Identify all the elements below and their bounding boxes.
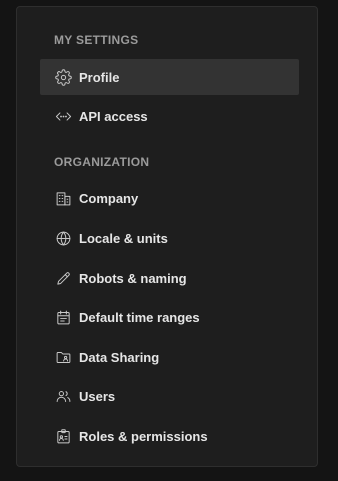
id-badge-icon <box>54 427 72 445</box>
sidebar-item-roles-permissions[interactable]: Roles & permissions <box>40 418 299 454</box>
building-icon <box>54 189 72 207</box>
pencil-icon <box>54 269 72 287</box>
sidebar-item-api-access[interactable]: API access <box>40 98 299 134</box>
sidebar-item-label: Robots & naming <box>79 270 187 286</box>
sidebar-item-default-time-ranges[interactable]: Default time ranges <box>40 299 299 335</box>
sidebar-item-profile[interactable]: Profile <box>40 59 299 95</box>
sidebar-item-data-sharing[interactable]: Data Sharing <box>40 339 299 375</box>
sidebar-item-label: API access <box>79 108 148 124</box>
section-heading-my-settings: MY SETTINGS <box>54 33 139 47</box>
shared-folder-icon <box>54 348 72 366</box>
sidebar-item-label: Data Sharing <box>79 349 160 365</box>
sidebar-item-robots-naming[interactable]: Robots & naming <box>40 260 299 296</box>
sidebar-item-label: Profile <box>79 69 120 85</box>
sidebar-item-label: Company <box>79 190 139 206</box>
users-icon <box>54 387 72 405</box>
settings-sidebar: MY SETTINGS Profile API access ORGANIZAT… <box>16 6 318 467</box>
code-icon <box>54 107 72 125</box>
calendar-icon <box>54 308 72 326</box>
sidebar-item-label: Default time ranges <box>79 309 200 325</box>
sidebar-item-users[interactable]: Users <box>40 378 299 414</box>
sidebar-item-label: Locale & units <box>79 230 168 246</box>
section-heading-organization: ORGANIZATION <box>54 155 150 169</box>
sidebar-item-label: Roles & permissions <box>79 428 208 444</box>
sidebar-item-company[interactable]: Company <box>40 180 299 216</box>
gear-icon <box>54 68 72 86</box>
sidebar-item-label: Users <box>79 388 116 404</box>
globe-icon <box>54 229 72 247</box>
sidebar-item-locale-units[interactable]: Locale & units <box>40 220 299 256</box>
